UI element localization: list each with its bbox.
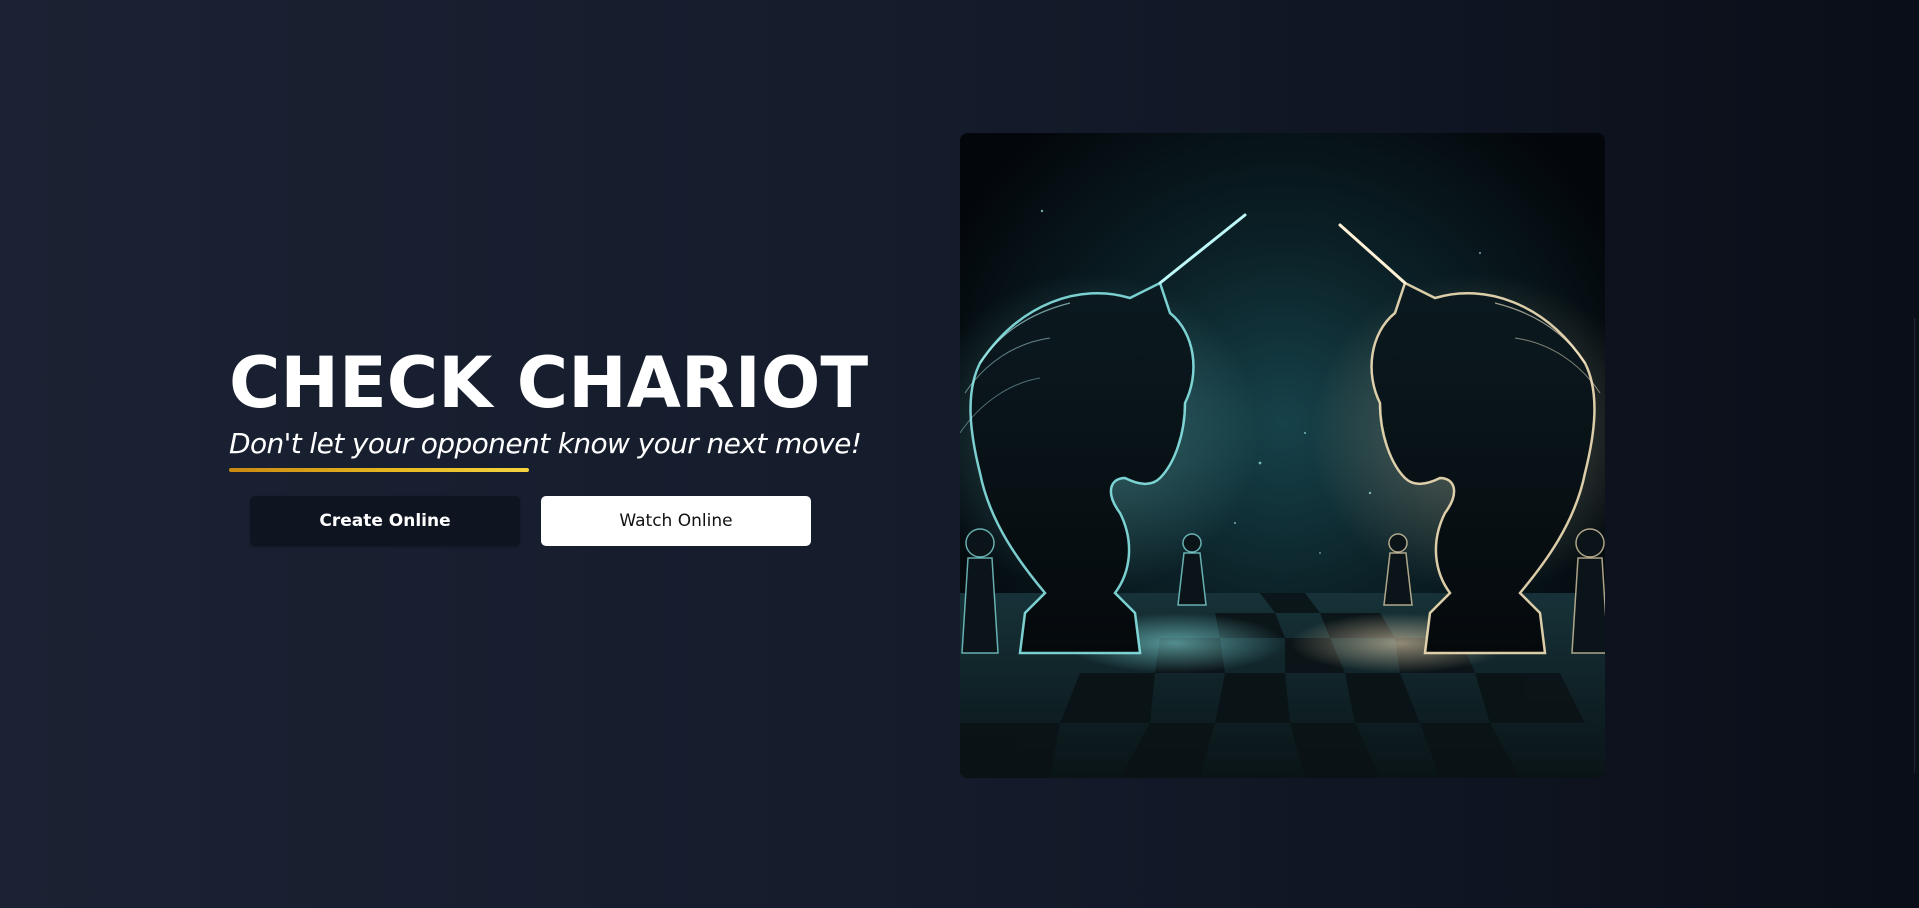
tagline-underline <box>229 468 529 472</box>
hero-tagline: Don't let your opponent know your next m… <box>229 427 862 460</box>
hero-actions: Create Online Watch Online <box>250 496 869 546</box>
watch-online-button[interactable]: Watch Online <box>541 496 811 546</box>
hero-image <box>960 133 1605 778</box>
hero-title: CHECK CHARIOT <box>229 342 869 424</box>
hero-text-section: CHECK CHARIOT Don't let your opponent kn… <box>229 340 869 546</box>
create-online-button[interactable]: Create Online <box>250 496 520 546</box>
scrollbar-edge[interactable] <box>1914 318 1919 773</box>
unicorn-knights-illustration <box>960 133 1605 778</box>
